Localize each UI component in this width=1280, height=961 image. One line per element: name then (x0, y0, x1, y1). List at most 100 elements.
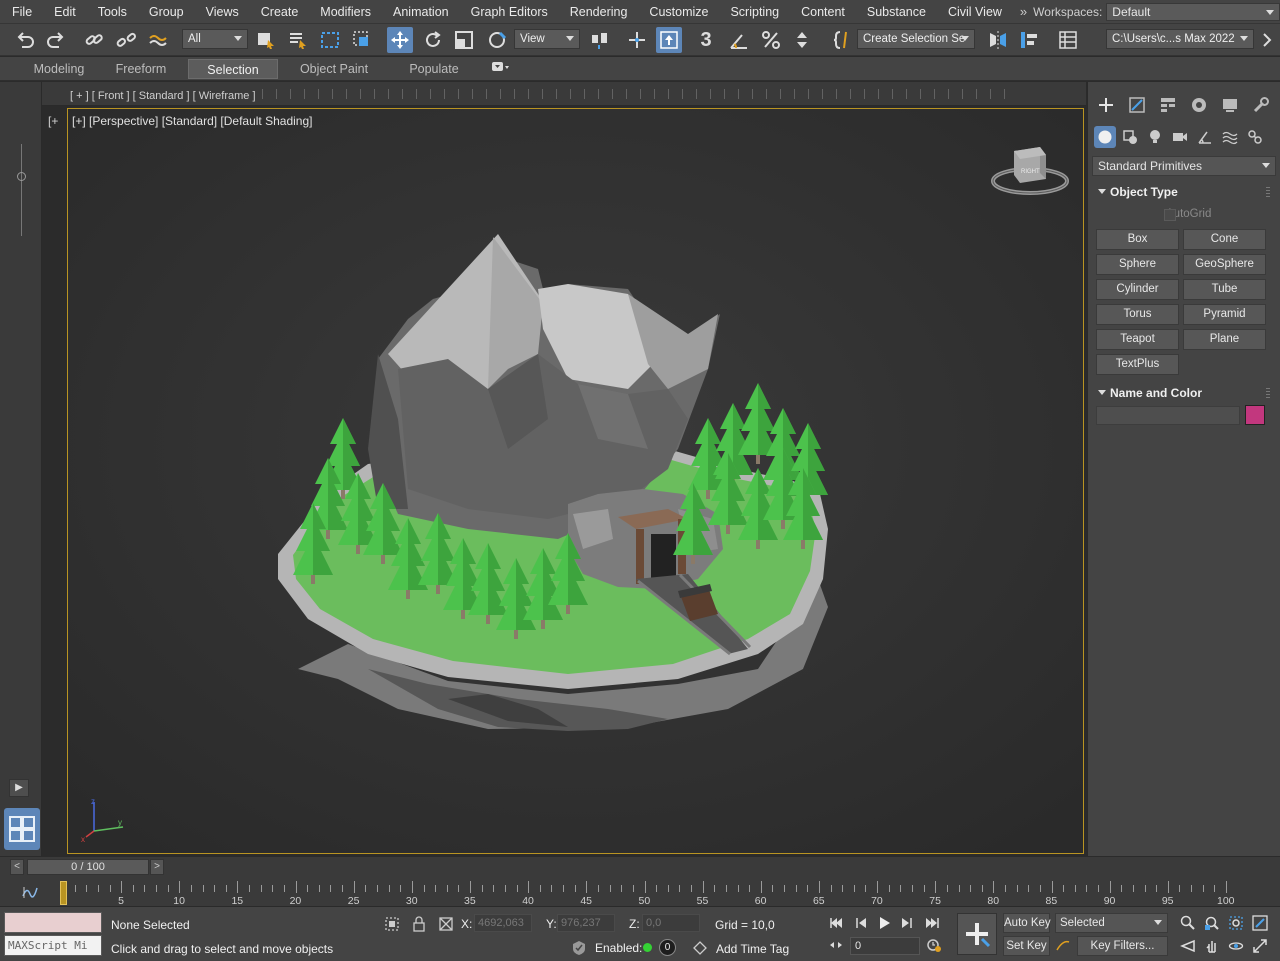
redo-button[interactable] (43, 27, 69, 53)
unlink-button[interactable] (113, 27, 139, 53)
pan-view-button[interactable] (1202, 936, 1222, 956)
rectangular-selection-button[interactable] (317, 27, 343, 53)
select-and-move-button[interactable] (387, 27, 413, 53)
maximize-viewport-button[interactable] (1250, 936, 1270, 956)
select-object-button[interactable] (253, 27, 279, 53)
select-and-scale-button[interactable] (451, 27, 477, 53)
time-slider-prev-button[interactable]: < (10, 859, 24, 875)
menu-customize[interactable]: Customize (637, 0, 718, 24)
set-key-button[interactable]: Set Key (1003, 936, 1050, 956)
isolate-selection-button[interactable] (382, 914, 402, 934)
reference-coordinate-dropdown[interactable]: View (514, 29, 580, 49)
menu-tools[interactable]: Tools (86, 0, 137, 24)
percent-snap-button[interactable] (758, 27, 784, 53)
layout-slider-track[interactable] (21, 144, 22, 236)
curve-editor-toggle[interactable] (22, 884, 38, 900)
menu-animation[interactable]: Animation (381, 0, 459, 24)
select-by-name-button[interactable] (285, 27, 311, 53)
perspective-viewport[interactable]: z y x [+] [Perspective] [Standard] [Defa… (67, 108, 1084, 854)
pivot-center-button[interactable] (587, 27, 613, 53)
expand-layout-button[interactable]: ▶ (9, 779, 29, 797)
play-button[interactable] (874, 913, 894, 933)
viewport-menu-plus[interactable]: [+ (48, 114, 58, 128)
menu-edit[interactable]: Edit (42, 0, 86, 24)
y-coordinate-field[interactable]: 976,237 (557, 914, 615, 932)
selection-lock-button[interactable] (409, 914, 429, 934)
manipulate-button[interactable] (624, 27, 650, 53)
selection-filter-dropdown[interactable]: All (182, 29, 248, 49)
bind-space-warp-button[interactable] (145, 27, 171, 53)
primitive-teapot-button[interactable]: Teapot (1096, 329, 1179, 350)
autogrid-checkbox[interactable]: AutoGrid (1150, 208, 1211, 221)
zoom-extents-all-button[interactable] (1250, 913, 1270, 933)
time-configuration-button[interactable] (924, 935, 944, 955)
scene-explorer-button[interactable] (1055, 27, 1081, 53)
viewport-layouts-button[interactable] (4, 808, 40, 850)
tab-freeform[interactable]: Freeform (106, 59, 176, 79)
tab-populate[interactable]: Populate (396, 59, 472, 79)
menu-graph-editors[interactable]: Graph Editors (459, 0, 558, 24)
menu-file[interactable]: File (0, 0, 42, 24)
absolute-relative-toggle[interactable] (436, 914, 456, 934)
add-time-tag[interactable]: Add Time Tag (716, 942, 789, 956)
named-selection-set-dropdown[interactable]: Create Selection Se (857, 29, 975, 49)
menu-civil-view[interactable]: Civil View (936, 0, 1012, 24)
link-button[interactable] (81, 27, 107, 53)
time-slider-next-button[interactable]: > (150, 859, 164, 875)
primitive-torus-button[interactable]: Torus (1096, 304, 1179, 325)
maxscript-listener-pink[interactable] (4, 912, 102, 933)
zoom-all-button[interactable] (1202, 913, 1222, 933)
hierarchy-tab[interactable] (1156, 94, 1180, 116)
field-of-view-button[interactable] (1178, 936, 1198, 956)
geometry-category-button[interactable] (1094, 126, 1116, 148)
edit-named-selection-button[interactable] (830, 27, 856, 53)
spinner-snap-button[interactable] (789, 27, 815, 53)
lights-category-button[interactable] (1144, 126, 1166, 148)
key-filters-button[interactable]: Key Filters... (1077, 936, 1168, 956)
previous-frame-button[interactable] (851, 913, 871, 933)
select-and-place-button[interactable] (484, 27, 510, 53)
display-tab[interactable] (1218, 94, 1242, 116)
keyboard-shortcut-override-button[interactable] (656, 27, 682, 53)
motion-tab[interactable] (1187, 94, 1211, 116)
maxscript-mini-listener[interactable]: MAXScript Mi (4, 935, 102, 956)
object-name-input[interactable] (1096, 406, 1240, 425)
current-frame-field[interactable]: 0 (850, 937, 920, 955)
undo-button[interactable] (12, 27, 38, 53)
layout-slider-handle[interactable] (17, 172, 26, 181)
space-warps-category-button[interactable] (1219, 126, 1241, 148)
front-viewport-label[interactable]: [ + ] [ Front ] [ Standard ] [ Wireframe… (70, 90, 256, 102)
primitive-tube-button[interactable]: Tube (1183, 279, 1266, 300)
next-frame-button[interactable] (897, 913, 917, 933)
primitive-category-dropdown[interactable]: Standard Primitives (1092, 156, 1276, 176)
name-and-color-rollout-header[interactable]: Name and Color (1092, 383, 1276, 403)
align-button[interactable] (1016, 27, 1042, 53)
project-folder-dropdown[interactable]: C:\Users\c...s Max 2022 (1106, 29, 1254, 49)
adaptive-degradation-button[interactable] (569, 938, 589, 958)
helpers-category-button[interactable] (1194, 126, 1216, 148)
create-tab[interactable] (1094, 94, 1118, 116)
mirror-button[interactable] (985, 27, 1011, 53)
default-in-out-tangents-button[interactable] (1053, 936, 1073, 956)
top-viewport-strip[interactable]: [ + ] [ Front ] [ Standard ] [ Wireframe… (42, 82, 1086, 106)
primitive-textplus-button[interactable]: TextPlus (1096, 354, 1179, 375)
menu-create[interactable]: Create (249, 0, 309, 24)
workspace-dropdown[interactable]: Default (1106, 2, 1280, 21)
tab-object-paint[interactable]: Object Paint (290, 59, 378, 79)
perspective-viewport-label[interactable]: [+] [Perspective] [Standard] [Default Sh… (72, 114, 312, 128)
menu-views[interactable]: Views (194, 0, 249, 24)
primitive-cone-button[interactable]: Cone (1183, 229, 1266, 250)
primitive-geosphere-button[interactable]: GeoSphere (1183, 254, 1266, 275)
primitive-box-button[interactable]: Box (1096, 229, 1179, 250)
zoom-button[interactable] (1178, 913, 1198, 933)
ribbon-options-button[interactable] (486, 59, 514, 79)
menu-substance[interactable]: Substance (855, 0, 936, 24)
tab-selection[interactable]: Selection (188, 59, 278, 79)
window-crossing-button[interactable] (349, 27, 375, 53)
orbit-button[interactable] (1226, 936, 1246, 956)
time-slider-thumb[interactable]: 0 / 100 (27, 859, 149, 875)
auto-key-button[interactable]: Auto Key (1003, 913, 1051, 933)
angle-snap-button[interactable] (726, 27, 752, 53)
key-mode-dropdown[interactable]: Selected (1055, 913, 1168, 933)
key-mode-toggle[interactable] (826, 935, 846, 955)
